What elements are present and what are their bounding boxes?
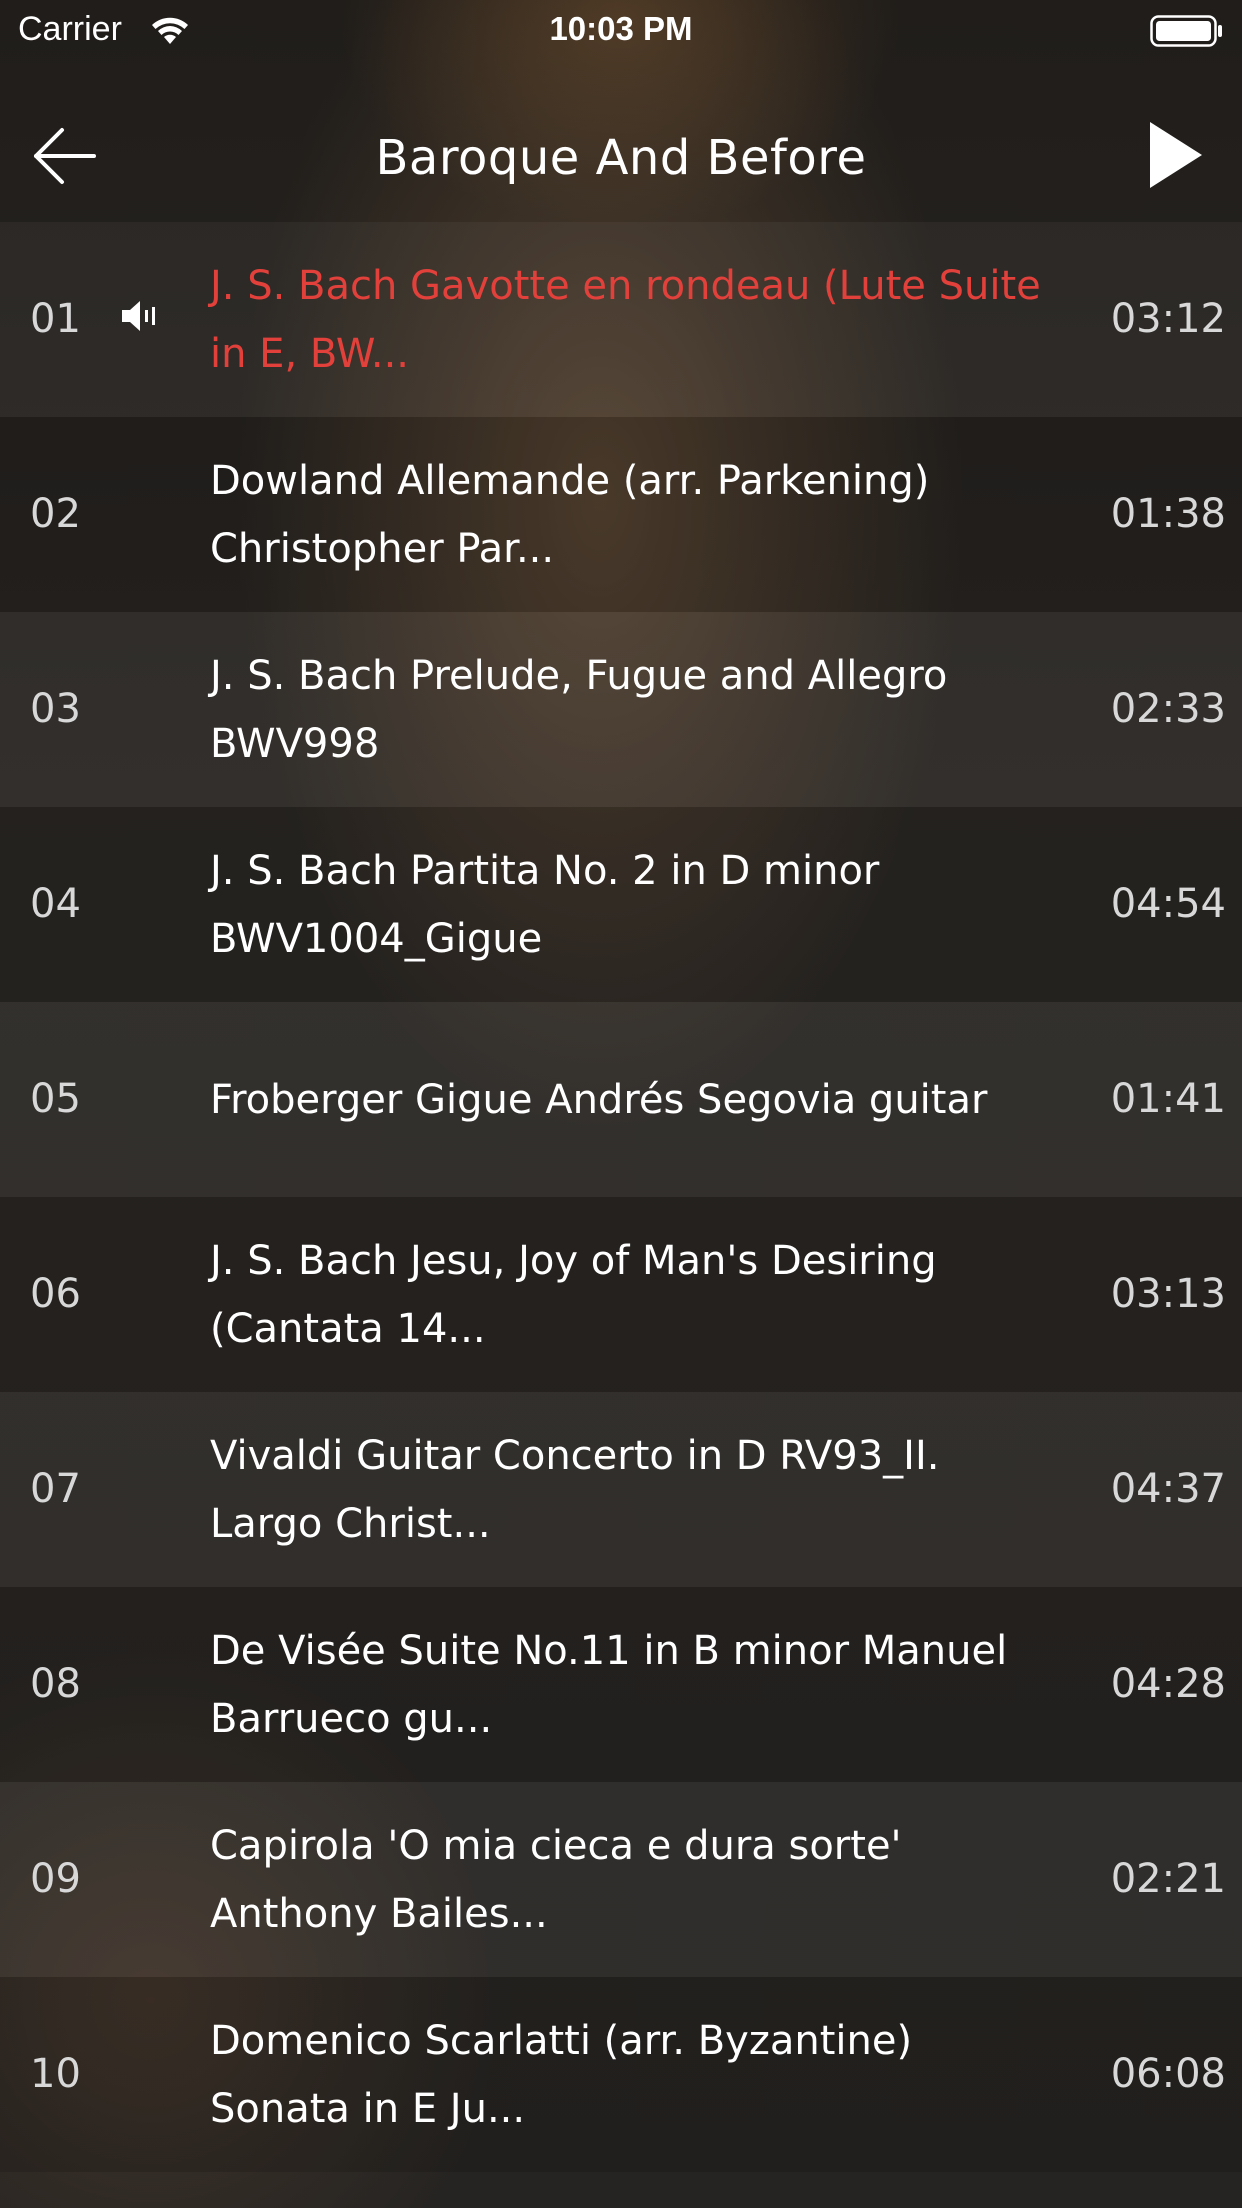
speaker-icon bbox=[122, 301, 155, 331]
track-title: Vivaldi Guitar Concerto in D RV93_II. La… bbox=[210, 1392, 1060, 1587]
track-row[interactable]: 03 J. S. Bach Prelude, Fugue and Allegro … bbox=[0, 612, 1242, 807]
track-title-text: J. S. Bach Partita No. 2 in D minor BWV1… bbox=[210, 847, 880, 962]
track-duration: 06:08 bbox=[1110, 2051, 1226, 2097]
track-duration: 04:28 bbox=[1110, 1661, 1226, 1707]
track-title: Capirola 'O mia cieca e dura sorte' Anth… bbox=[210, 1782, 1060, 1977]
track-row[interactable]: 10 Domenico Scarlatti (arr. Byzantine) So… bbox=[0, 1977, 1242, 2172]
track-number: 06 bbox=[30, 1271, 81, 1317]
track-row[interactable]: 09 Capirola 'O mia cieca e dura sorte' An… bbox=[0, 1782, 1242, 1977]
track-duration: 03:13 bbox=[1110, 1271, 1226, 1317]
track-duration: 04:37 bbox=[1110, 1466, 1226, 1512]
battery-icon bbox=[1150, 15, 1222, 47]
track-title: J. S. Bach Gavotte en rondeau (Lute Suit… bbox=[210, 222, 1060, 417]
track-list: 01 J. S. Bach Gavotte en rondeau (Lute Su… bbox=[0, 222, 1242, 2172]
status-bar: Carrier 10:03 PM bbox=[0, 0, 1242, 62]
track-title-text: De Visée Suite No.11 in B minor Manuel B… bbox=[210, 1627, 1008, 1742]
track-number: 01 bbox=[30, 296, 81, 342]
track-title: J. S. Bach Prelude, Fugue and Allegro BW… bbox=[210, 612, 1060, 807]
track-row[interactable]: 01 J. S. Bach Gavotte en rondeau (Lute Su… bbox=[0, 222, 1242, 417]
track-duration: 04:54 bbox=[1110, 881, 1226, 927]
track-title-text: Dowland Allemande (arr. Parkening) Chris… bbox=[210, 457, 930, 572]
play-all-icon[interactable] bbox=[1148, 120, 1204, 190]
track-number: 10 bbox=[30, 2051, 81, 2097]
track-duration: 01:41 bbox=[1110, 1076, 1226, 1122]
track-title-text: Froberger Gigue Andrés Segovia guitar bbox=[210, 1076, 988, 1123]
track-number: 07 bbox=[30, 1466, 81, 1512]
track-row[interactable]: 08 De Visée Suite No.11 in B minor Manuel… bbox=[0, 1587, 1242, 1782]
track-title-text: Capirola 'O mia cieca e dura sorte' Anth… bbox=[210, 1822, 902, 1937]
track-title: De Visée Suite No.11 in B minor Manuel B… bbox=[210, 1587, 1060, 1782]
track-title-text: Domenico Scarlatti (arr. Byzantine) Sona… bbox=[210, 2017, 913, 2132]
track-row[interactable]: 02 Dowland Allemande (arr. Parkening) Chr… bbox=[0, 417, 1242, 612]
track-title-text: J. S. Bach Gavotte en rondeau (Lute Suit… bbox=[210, 262, 1041, 377]
track-title-text: J. S. Bach Jesu, Joy of Man's Desiring (… bbox=[210, 1237, 937, 1352]
track-title: Froberger Gigue Andrés Segovia guitar bbox=[210, 1002, 1060, 1197]
track-number: 03 bbox=[30, 686, 81, 732]
track-number: 08 bbox=[30, 1661, 81, 1707]
track-title: Dowland Allemande (arr. Parkening) Chris… bbox=[210, 417, 1060, 612]
track-title-text: J. S. Bach Prelude, Fugue and Allegro BW… bbox=[210, 652, 948, 767]
track-duration: 01:38 bbox=[1110, 491, 1226, 537]
track-number: 05 bbox=[30, 1076, 81, 1122]
track-row[interactable]: 05 Froberger Gigue Andrés Segovia guitar 0… bbox=[0, 1002, 1242, 1197]
track-title: J. S. Bach Partita No. 2 in D minor BWV1… bbox=[210, 807, 1060, 1002]
track-row[interactable]: 04 J. S. Bach Partita No. 2 in D minor BW… bbox=[0, 807, 1242, 1002]
track-duration: 02:33 bbox=[1110, 686, 1226, 732]
status-time: 10:03 PM bbox=[549, 10, 693, 47]
track-title: Domenico Scarlatti (arr. Byzantine) Sona… bbox=[210, 1977, 1060, 2172]
track-number: 02 bbox=[30, 491, 81, 537]
track-title-text: Vivaldi Guitar Concerto in D RV93_II. La… bbox=[210, 1432, 940, 1547]
track-number: 04 bbox=[30, 881, 81, 927]
track-duration: 02:21 bbox=[1110, 1856, 1226, 1902]
track-duration: 03:12 bbox=[1110, 296, 1226, 342]
track-number: 09 bbox=[30, 1856, 81, 1902]
page-title: Baroque And Before bbox=[375, 130, 867, 186]
track-row[interactable]: 06 J. S. Bach Jesu, Joy of Man's Desiring… bbox=[0, 1197, 1242, 1392]
track-row[interactable]: 07 Vivaldi Guitar Concerto in D RV93_II. … bbox=[0, 1392, 1242, 1587]
track-title: J. S. Bach Jesu, Joy of Man's Desiring (… bbox=[210, 1197, 1060, 1392]
